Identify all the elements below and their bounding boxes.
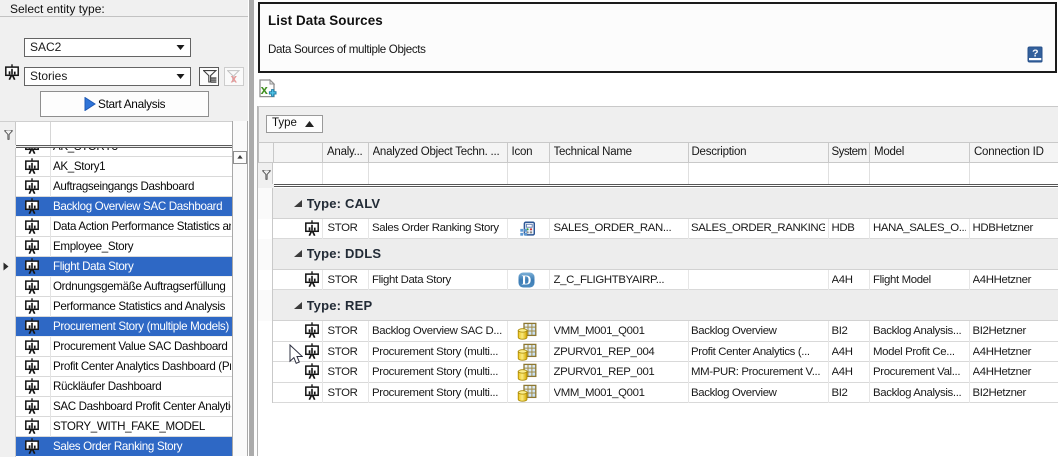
svg-text:D: D: [521, 273, 531, 288]
svg-text:x: x: [231, 74, 238, 83]
svg-text:x: x: [261, 82, 269, 97]
svg-text:?: ?: [1032, 48, 1038, 60]
